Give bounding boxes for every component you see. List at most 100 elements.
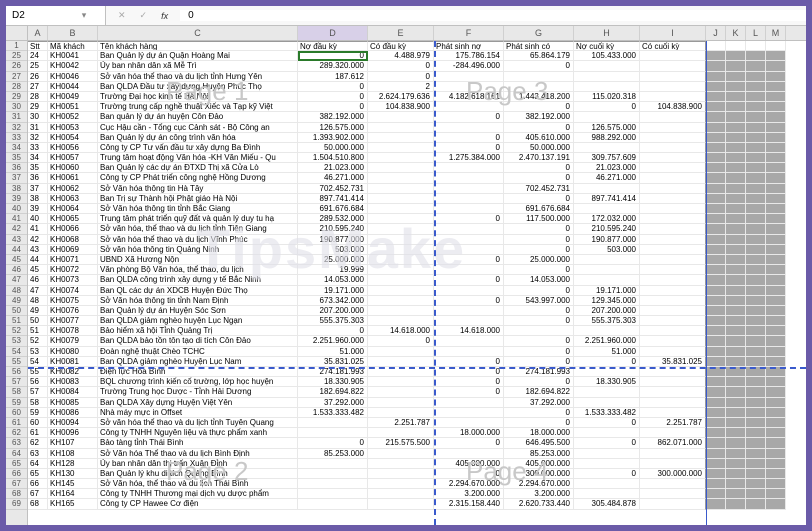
cell[interactable]: [746, 357, 766, 367]
cell[interactable]: [766, 224, 786, 234]
cell[interactable]: 2.251.960.000: [574, 336, 640, 346]
cell[interactable]: 0: [574, 438, 640, 448]
cell[interactable]: [640, 275, 706, 285]
cell[interactable]: Có đầu kỳ: [368, 41, 434, 51]
cell[interactable]: [368, 265, 434, 275]
cell[interactable]: [504, 82, 574, 92]
cell[interactable]: 46: [28, 275, 48, 285]
cell[interactable]: 0: [504, 265, 574, 275]
cell[interactable]: [706, 143, 726, 153]
cell[interactable]: 49: [28, 306, 48, 316]
cell[interactable]: 0: [504, 245, 574, 255]
cell[interactable]: 67: [28, 489, 48, 499]
cell[interactable]: 0: [504, 336, 574, 346]
cell[interactable]: [706, 153, 726, 163]
cell[interactable]: [434, 347, 504, 357]
cell[interactable]: 37.292.000: [504, 398, 574, 408]
cell[interactable]: [368, 275, 434, 285]
cell[interactable]: [766, 367, 786, 377]
row-header[interactable]: 44: [6, 245, 27, 255]
cell[interactable]: 897.741.414: [298, 194, 368, 204]
cell[interactable]: [574, 61, 640, 71]
cell[interactable]: [766, 235, 786, 245]
cell[interactable]: 274.181.993: [504, 367, 574, 377]
cell[interactable]: Công ty CP Phát triển công nghệ Hồng Dươ…: [98, 173, 298, 183]
cell[interactable]: 34: [28, 153, 48, 163]
cell[interactable]: [574, 367, 640, 377]
row-header[interactable]: 46: [6, 265, 27, 275]
cell[interactable]: [434, 102, 504, 112]
cell[interactable]: 0: [504, 61, 574, 71]
cell[interactable]: [726, 418, 746, 428]
cell[interactable]: Cục Hậu cần - Tổng cục Cảnh sát - Bộ Côn…: [98, 123, 298, 133]
spreadsheet-cells[interactable]: SttMã kháchTên khách hàngNợ đầu kỳCó đầu…: [28, 41, 806, 525]
cell[interactable]: [746, 204, 766, 214]
cell[interactable]: Sở văn hóa thể thao và du lịch tỉnh Hưng…: [98, 72, 298, 82]
cell[interactable]: [726, 235, 746, 245]
cell[interactable]: [434, 184, 504, 194]
cell[interactable]: KH0072: [48, 265, 98, 275]
cell[interactable]: [368, 306, 434, 316]
cell[interactable]: Ban Quản lý dự án công trình văn hóa: [98, 133, 298, 143]
cell[interactable]: Công ty TNHH Thương mại dịch vụ dược phẩ…: [98, 489, 298, 499]
cell[interactable]: 19.171.000: [574, 286, 640, 296]
cell[interactable]: 289.532.000: [298, 214, 368, 224]
row-header[interactable]: 64: [6, 449, 27, 459]
cell[interactable]: [746, 347, 766, 357]
cell[interactable]: 40: [28, 214, 48, 224]
cell[interactable]: [706, 61, 726, 71]
cell[interactable]: 117.500.000: [504, 214, 574, 224]
cell[interactable]: [746, 296, 766, 306]
cell[interactable]: [706, 438, 726, 448]
cell[interactable]: [640, 296, 706, 306]
cell[interactable]: 300.000.000: [640, 469, 706, 479]
cell[interactable]: 18.330.905: [574, 377, 640, 387]
row-header[interactable]: 41: [6, 214, 27, 224]
cell[interactable]: [434, 204, 504, 214]
cell[interactable]: 14.053.000: [504, 275, 574, 285]
cell[interactable]: [766, 499, 786, 509]
col-header-E[interactable]: E: [368, 26, 434, 40]
cell[interactable]: 0: [574, 357, 640, 367]
cell[interactable]: 405.000.000: [434, 459, 504, 469]
cell[interactable]: 45: [28, 265, 48, 275]
cell[interactable]: [726, 194, 746, 204]
cell[interactable]: [706, 112, 726, 122]
row-header[interactable]: 54: [6, 347, 27, 357]
cell[interactable]: Ban quản lý dự án huyện Côn Đảo: [98, 112, 298, 122]
cell[interactable]: [746, 163, 766, 173]
cell[interactable]: 382.192.000: [298, 112, 368, 122]
cell[interactable]: 60: [28, 418, 48, 428]
cell[interactable]: [746, 143, 766, 153]
cell[interactable]: [368, 224, 434, 234]
cell[interactable]: [766, 133, 786, 143]
cell[interactable]: [434, 306, 504, 316]
cell[interactable]: Ban Quản lý khu di tích Quảng Bình: [98, 469, 298, 479]
cell[interactable]: 0: [434, 255, 504, 265]
cell[interactable]: 47: [28, 286, 48, 296]
cell[interactable]: 673.342.000: [298, 296, 368, 306]
cell[interactable]: [766, 51, 786, 61]
cell[interactable]: [766, 449, 786, 459]
cell[interactable]: [746, 398, 766, 408]
cell[interactable]: 2.624.179.636: [368, 92, 434, 102]
cell[interactable]: [640, 133, 706, 143]
cell[interactable]: [726, 51, 746, 61]
cell[interactable]: KH165: [48, 499, 98, 509]
row-header[interactable]: 33: [6, 133, 27, 143]
cell[interactable]: 0: [298, 326, 368, 336]
cell[interactable]: [746, 479, 766, 489]
cell[interactable]: [726, 377, 746, 387]
cell[interactable]: [706, 133, 726, 143]
cell[interactable]: 0: [574, 469, 640, 479]
row-header[interactable]: 50: [6, 306, 27, 316]
cell[interactable]: 46.271.000: [574, 173, 640, 183]
cell[interactable]: 0: [504, 173, 574, 183]
cell[interactable]: [706, 123, 726, 133]
cell[interactable]: [726, 82, 746, 92]
cell[interactable]: [298, 499, 368, 509]
cell[interactable]: [706, 398, 726, 408]
row-header[interactable]: 56: [6, 367, 27, 377]
cell[interactable]: [766, 398, 786, 408]
cell[interactable]: [746, 173, 766, 183]
